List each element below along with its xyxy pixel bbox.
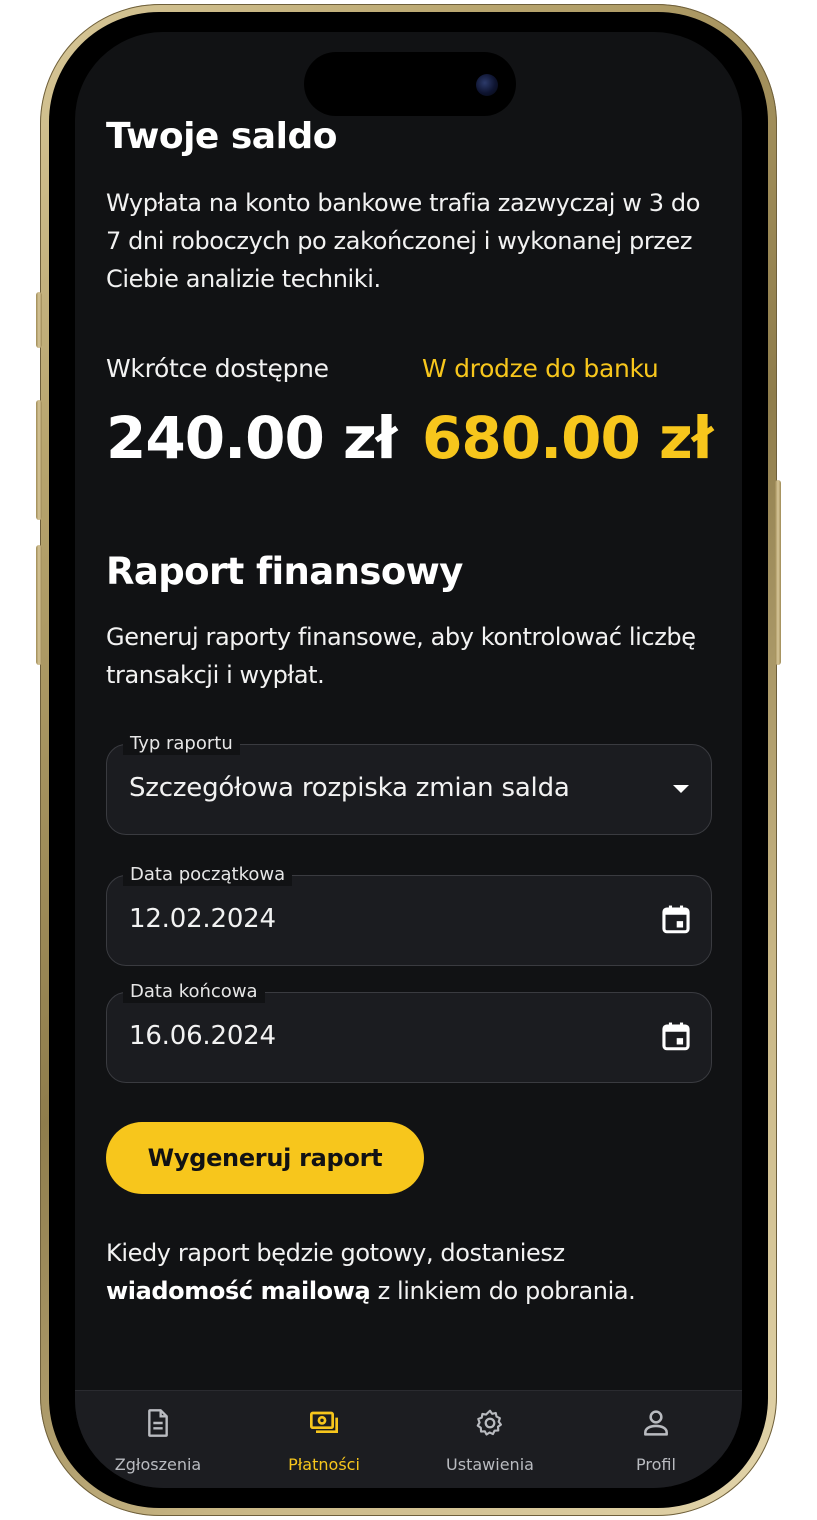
volume-up-button [36, 400, 42, 520]
report-type-label: Typ raportu [123, 733, 240, 755]
start-date-label: Data początkowa [123, 864, 293, 886]
silent-switch [36, 292, 42, 348]
balance-title: Twoje saldo [106, 116, 337, 157]
dynamic-island [304, 52, 516, 116]
user-icon [644, 1410, 668, 1436]
tab-profil[interactable]: Profil [573, 1391, 739, 1488]
soon-available-amount: 240.00 zł [106, 404, 397, 472]
report-note-link-text: z linkiem do pobrania. [377, 1277, 636, 1305]
dropdown-arrow-icon[interactable] [673, 785, 689, 793]
calendar-icon[interactable] [659, 902, 693, 936]
end-date-field[interactable]: Data końcowa 16.06.2024 [106, 981, 712, 1083]
soon-available-label: Wkrótce dostępne [106, 354, 329, 383]
in-transit-amount: 680.00 zł [422, 404, 713, 472]
report-title: Raport finansowy [106, 550, 463, 593]
start-date-field[interactable]: Data początkowa 12.02.2024 [106, 864, 712, 966]
volume-down-button [36, 545, 42, 665]
tab-label: Profil [636, 1455, 676, 1474]
end-date-value: 16.06.2024 [129, 1021, 276, 1051]
start-date-value: 12.02.2024 [129, 904, 276, 934]
tab-platnosci[interactable]: Płatności [241, 1391, 407, 1488]
tab-label: Płatności [288, 1455, 360, 1474]
power-button [775, 480, 781, 665]
cash-icon [310, 1411, 338, 1433]
gear-icon [476, 1409, 502, 1436]
tab-label: Ustawienia [446, 1455, 534, 1474]
report-type-select[interactable]: Typ raportu Szczegółowa rozpiska zmian s… [106, 733, 712, 835]
tab-label: Zgłoszenia [114, 1455, 202, 1474]
bottom-tab-bar: Zgłoszenia Płatności Ustawienia Profil [75, 1390, 742, 1488]
report-type-value: Szczegółowa rozpiska zmian salda [129, 773, 570, 803]
in-transit-label: W drodze do banku [422, 354, 659, 383]
report-note: Kiedy raport będzie gotowy, dostaniesz w… [106, 1234, 706, 1310]
generate-report-button[interactable]: Wygeneruj raport [106, 1122, 424, 1194]
calendar-icon[interactable] [659, 1019, 693, 1053]
balance-description: Wypłata na konto bankowe trafia zazwycza… [106, 189, 700, 293]
tab-zgloszenia[interactable]: Zgłoszenia [75, 1391, 241, 1488]
camera-icon [476, 74, 498, 96]
report-note-text: Kiedy raport będzie gotowy, dostaniesz [106, 1239, 565, 1267]
document-icon [148, 1409, 168, 1437]
end-date-label: Data końcowa [123, 981, 265, 1003]
app-screen: Twoje saldo Wypłata na konto bankowe tra… [75, 32, 742, 1488]
tab-ustawienia[interactable]: Ustawienia [407, 1391, 573, 1488]
report-note-email: wiadomość mailową [106, 1277, 371, 1305]
report-description: Generuj raporty finansowe, aby kontrolow… [106, 623, 696, 689]
